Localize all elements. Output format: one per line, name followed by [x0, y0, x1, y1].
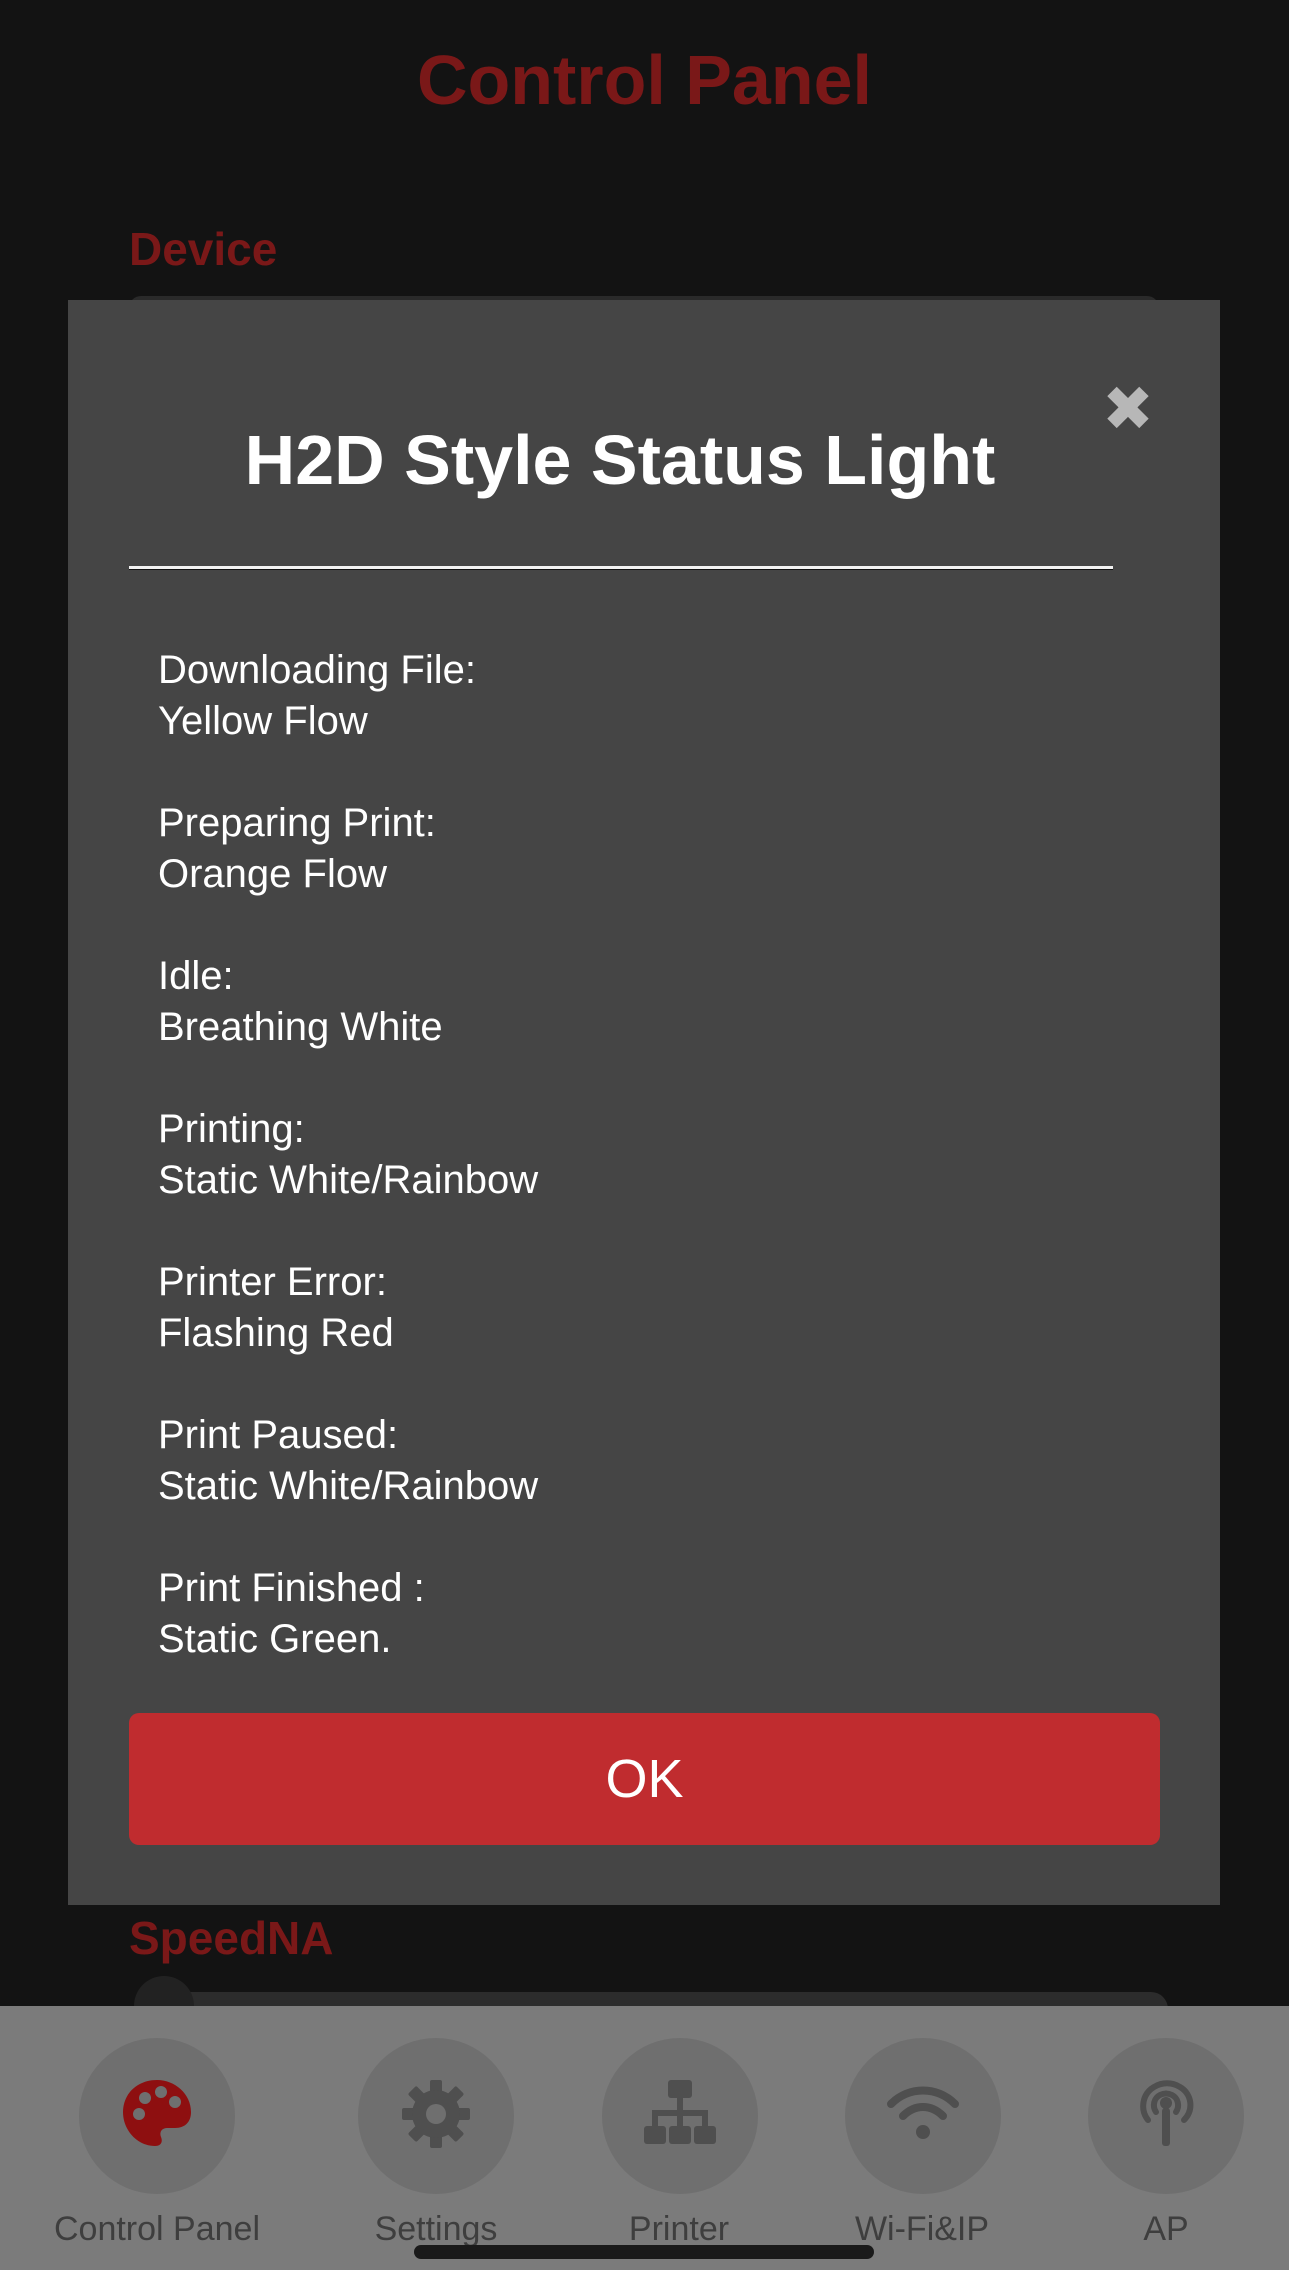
nav-icon-circle: [845, 2038, 1001, 2194]
nav-label: Wi-Fi&IP: [854, 2210, 990, 2248]
network-icon: [640, 2074, 720, 2159]
ok-button[interactable]: OK: [129, 1713, 1160, 1845]
divider: [129, 566, 1113, 570]
status-item-printing: Printing: Static White/Rainbow: [158, 1104, 1058, 1206]
status-value: Yellow Flow: [158, 699, 368, 743]
status-list: Downloading File: Yellow Flow Preparing …: [158, 645, 1058, 1665]
nav-item-wifi[interactable]: Wi-Fi&IP: [792, 2006, 1052, 2270]
nav-label: Control Panel: [53, 2210, 260, 2248]
status-label: Printer Error:: [158, 1260, 387, 1304]
speed-section-label: SpeedNA: [129, 1912, 334, 1964]
device-section-label: Device: [129, 223, 278, 275]
dialog-title: H2D Style Status Light: [244, 421, 996, 499]
status-item-error: Printer Error: Flashing Red: [158, 1257, 1058, 1359]
status-item-downloading: Downloading File: Yellow Flow: [158, 645, 1058, 747]
status-item-preparing: Preparing Print: Orange Flow: [158, 798, 1058, 900]
gear-icon: [398, 2076, 474, 2157]
wifi-icon: [883, 2074, 963, 2159]
status-label: Print Paused:: [158, 1413, 399, 1457]
status-value: Flashing Red: [158, 1311, 394, 1355]
status-item-idle: Idle: Breathing White: [158, 951, 1058, 1053]
page-title: Control Panel: [416, 41, 873, 119]
status-light-dialog: ✖ H2D Style Status Light Downloading Fil…: [68, 300, 1220, 1905]
nav-icon-circle: [79, 2038, 235, 2194]
nav-icon-circle: [1088, 2038, 1244, 2194]
status-label: Printing:: [158, 1107, 305, 1151]
status-label: Idle:: [158, 954, 234, 998]
nav-label: AP: [1143, 2210, 1189, 2248]
status-label: Downloading File:: [158, 648, 476, 692]
status-label: Preparing Print:: [158, 801, 436, 845]
home-indicator: [414, 2245, 874, 2259]
app-screen: Control Panel Device SpeedNA ✖ H2D Style…: [0, 0, 1289, 2270]
status-value: Breathing White: [158, 1005, 443, 1049]
bottom-nav: Control Panel Settings Printer Wi-Fi&IP …: [0, 2006, 1289, 2270]
status-value: Static White/Rainbow: [158, 1158, 539, 1202]
status-item-finished: Print Finished : Static Green.: [158, 1563, 1058, 1665]
nav-label: Settings: [374, 2210, 498, 2248]
nav-icon-circle: [358, 2038, 514, 2194]
nav-label: Printer: [628, 2210, 730, 2248]
nav-item-control-panel[interactable]: Control Panel: [27, 2006, 287, 2270]
status-value: Orange Flow: [158, 852, 387, 896]
palette-icon: [117, 2074, 197, 2159]
nav-item-settings[interactable]: Settings: [306, 2006, 566, 2270]
status-label: Print Finished :: [158, 1566, 425, 1610]
status-value: Static White/Rainbow: [158, 1464, 539, 1508]
status-value: Static Green.: [158, 1617, 392, 1661]
nav-item-printer[interactable]: Printer: [549, 2006, 809, 2270]
status-item-paused: Print Paused: Static White/Rainbow: [158, 1410, 1058, 1512]
nav-item-ap[interactable]: AP: [1036, 2006, 1289, 2270]
antenna-icon: [1126, 2074, 1206, 2159]
nav-icon-circle: [602, 2038, 758, 2194]
